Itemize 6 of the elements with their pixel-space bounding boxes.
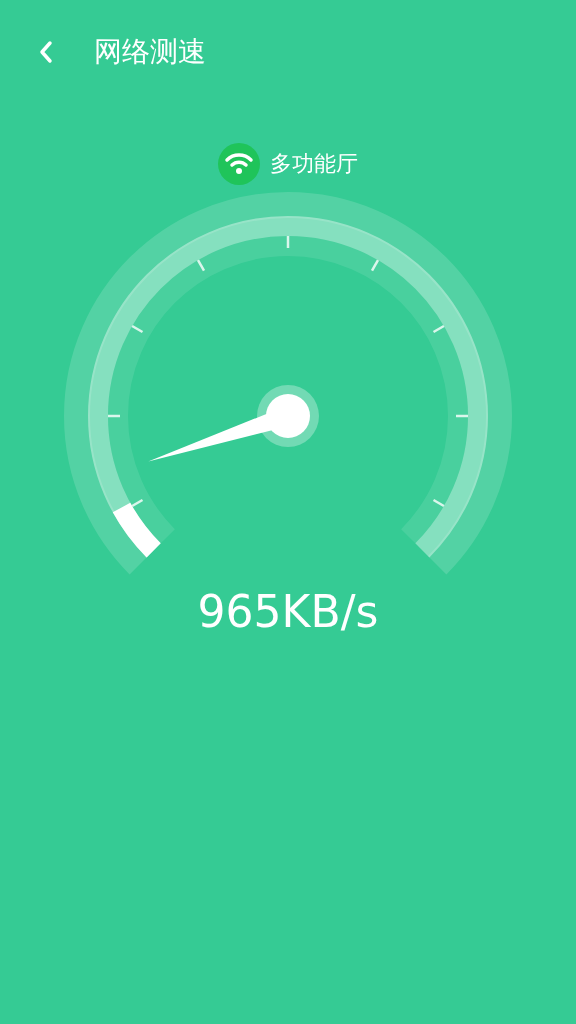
gauge-fill [112, 502, 161, 558]
wifi-icon [218, 143, 260, 185]
speed-reading: 965KB/s [197, 590, 379, 634]
network-name: 多功能厅 [270, 153, 358, 175]
back-icon [38, 39, 54, 65]
page-title: 网络测速 [94, 38, 206, 66]
